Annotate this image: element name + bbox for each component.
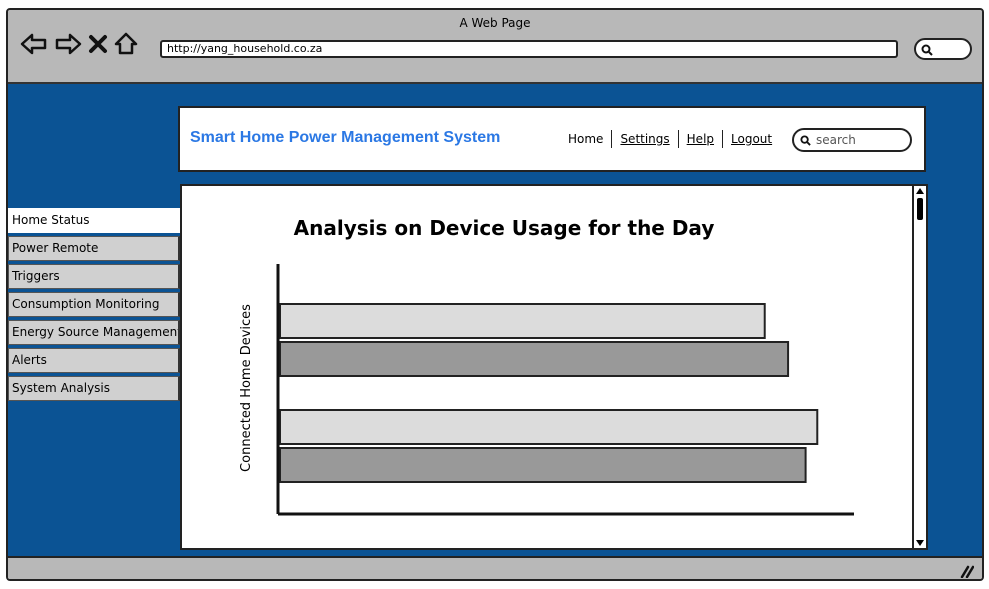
nav-logout[interactable]: Logout: [723, 132, 780, 146]
status-bar: [8, 556, 982, 579]
top-navigation: Home Settings Help Logout: [560, 130, 780, 148]
nav-buttons: [20, 32, 138, 56]
search-input[interactable]: search: [792, 128, 912, 152]
sidebar-item-power-remote[interactable]: Power Remote: [8, 236, 180, 261]
forward-arrow-icon[interactable]: [54, 32, 82, 56]
device-usage-chart: Analysis on Device Usage for the Day Conn…: [239, 216, 854, 516]
browser-window: A Web Page http://yang_household.co.za S…: [6, 8, 984, 581]
scroll-up-icon[interactable]: [915, 187, 925, 195]
resize-grip-icon[interactable]: [958, 564, 974, 578]
home-icon[interactable]: [114, 32, 138, 56]
chart-bar: [279, 409, 819, 445]
nav-home[interactable]: Home: [560, 132, 611, 146]
app-brand: Smart Home Power Management System: [190, 129, 501, 146]
sidebar-item-consumption-monitoring[interactable]: Consumption Monitoring: [8, 292, 180, 317]
page-title: A Web Page: [459, 16, 531, 30]
chart-bar: [279, 303, 766, 339]
y-axis-label: Connected Home Devices: [239, 304, 254, 472]
address-bar[interactable]: http://yang_household.co.za: [160, 40, 898, 58]
close-x-icon[interactable]: [88, 34, 108, 54]
chart-bar: [279, 341, 790, 377]
search-placeholder: search: [816, 133, 856, 147]
sidebar-item-home-status[interactable]: Home Status: [8, 208, 182, 233]
sidebar-item-energy-source-management[interactable]: Energy Source Management: [8, 320, 180, 345]
content-panel: Analysis on Device Usage for the Day Conn…: [180, 184, 928, 550]
scroll-down-icon[interactable]: [915, 539, 925, 547]
sidebar-item-system-analysis[interactable]: System Analysis: [8, 376, 180, 401]
browser-toolbar: A Web Page http://yang_household.co.za: [8, 10, 982, 84]
search-icon: [800, 135, 811, 146]
sidebar-item-triggers[interactable]: Triggers: [8, 264, 180, 289]
search-icon: [921, 44, 933, 56]
browser-search-button[interactable]: [914, 38, 972, 60]
chart-title: Analysis on Device Usage for the Day: [294, 216, 715, 240]
nav-settings[interactable]: Settings: [612, 132, 677, 146]
vertical-scrollbar[interactable]: [912, 186, 926, 548]
sidebar: Home Status Power Remote Triggers Consum…: [8, 208, 182, 404]
nav-help[interactable]: Help: [679, 132, 722, 146]
app-viewport: Smart Home Power Management System Home …: [8, 84, 982, 556]
back-arrow-icon[interactable]: [20, 32, 48, 56]
sidebar-item-alerts[interactable]: Alerts: [8, 348, 180, 373]
scroll-thumb[interactable]: [917, 198, 923, 220]
chart-bar: [279, 447, 807, 483]
app-header: Smart Home Power Management System Home …: [178, 106, 926, 172]
